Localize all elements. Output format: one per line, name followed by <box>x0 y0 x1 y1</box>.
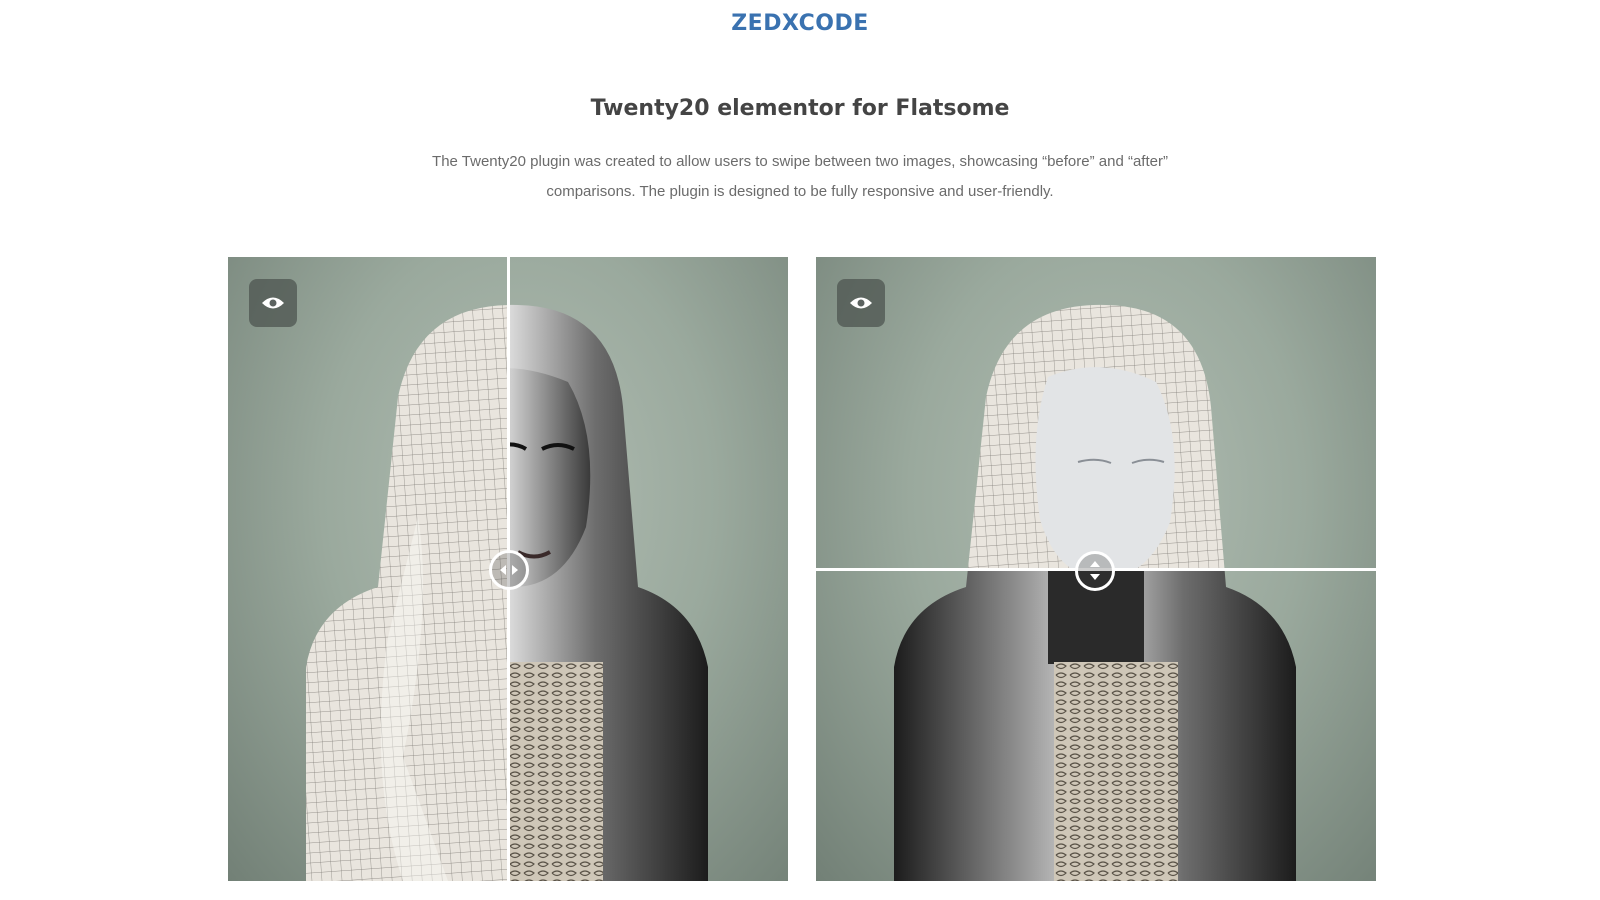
section-description: The Twenty20 plugin was created to allow… <box>432 153 1168 200</box>
arrow-up-icon <box>1090 561 1100 567</box>
arrow-down-icon <box>1090 574 1100 580</box>
toggle-view-button[interactable] <box>837 279 885 327</box>
arrow-right-icon <box>512 565 518 575</box>
compare-slider-handle[interactable] <box>1075 551 1115 591</box>
toggle-view-button[interactable] <box>249 279 297 327</box>
eye-icon <box>262 297 284 309</box>
brand-logo[interactable]: ZEDXCODE <box>0 11 1600 36</box>
image-compare-horizontal[interactable] <box>228 257 788 881</box>
arrow-left-icon <box>500 565 506 575</box>
eye-icon <box>850 297 872 309</box>
image-compare-vertical[interactable] <box>816 257 1376 881</box>
compare-slider-handle[interactable] <box>489 550 529 590</box>
section-title: Twenty20 elementor for Flatsome <box>590 96 1010 121</box>
